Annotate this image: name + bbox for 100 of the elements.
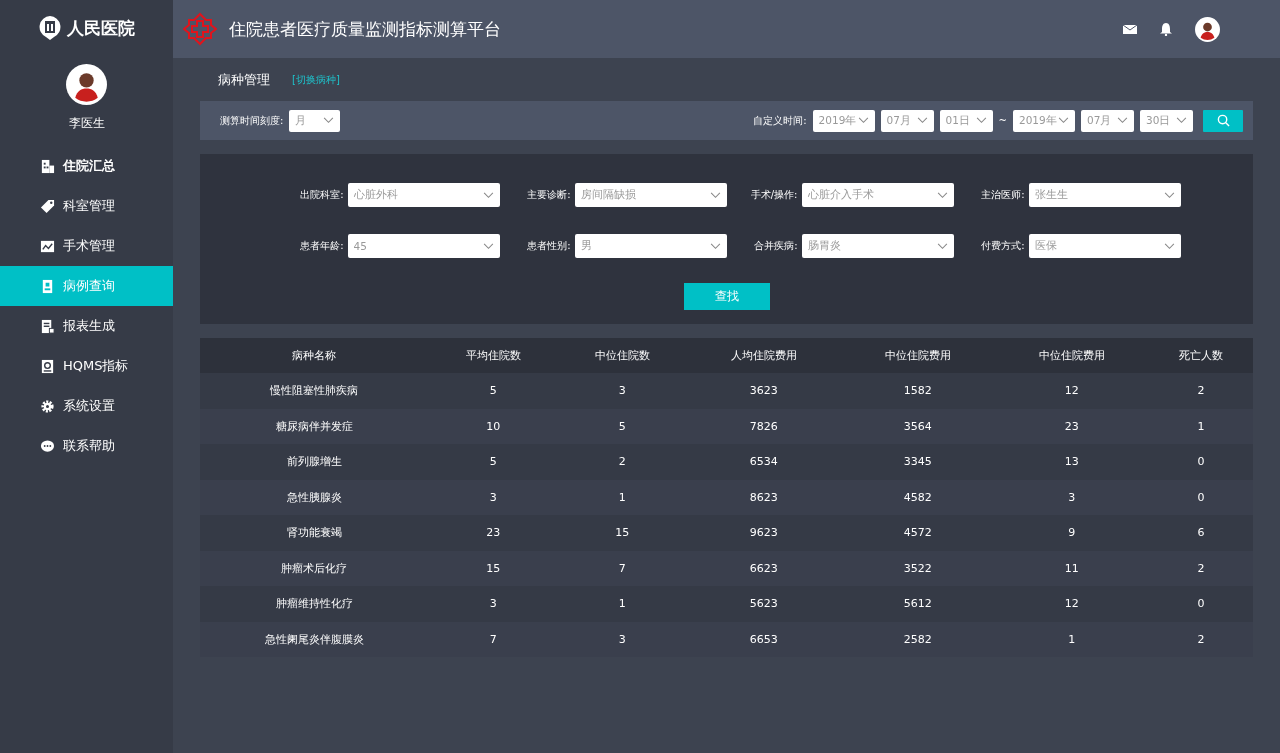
chevron-down-icon (916, 117, 928, 124)
table-cell: 1 (994, 621, 1149, 657)
table-cell: 6534 (686, 444, 841, 480)
sidebar-item[interactable]: 病例查询 (0, 266, 173, 306)
table-cell: 2 (1148, 373, 1253, 409)
hospital-name: 人民医院 (66, 16, 135, 40)
table-cell: 6 (1148, 515, 1253, 551)
chevron-down-icon (1163, 191, 1175, 199)
table-cell: 5 (428, 444, 558, 480)
user-name: 李医生 (68, 115, 105, 132)
table-cell: 2582 (840, 621, 995, 657)
table-cell: 7 (428, 621, 558, 657)
filter-dropdown[interactable]: 张生生 (1028, 183, 1181, 207)
building-icon (40, 158, 55, 174)
date-dropdown[interactable]: 07月 (880, 109, 934, 132)
chevron-down-icon (936, 242, 948, 250)
chevron-down-icon (1176, 117, 1187, 124)
sidebar-item[interactable]: HQMS指标 (0, 346, 173, 386)
id-badge-icon (40, 278, 55, 294)
filter-dropdown[interactable]: 45 (347, 234, 500, 258)
table-cell: 15 (557, 515, 687, 551)
find-button[interactable]: 查找 (683, 283, 770, 310)
table-cell: 5 (557, 408, 687, 444)
filter-dropdown[interactable]: 心脏外科 (347, 183, 500, 207)
filter-label: 患者性别: (527, 239, 571, 253)
table-cell: 0 (1148, 586, 1253, 622)
bell-icon[interactable] (1159, 22, 1173, 36)
filter-dropdown[interactable]: 医保 (1028, 234, 1181, 258)
table-cell: 3 (428, 586, 558, 622)
table-cell: 肿瘤维持性化疗 (200, 586, 429, 622)
table-cell: 9 (994, 515, 1149, 551)
date-dropdown[interactable]: 07月 (1081, 109, 1134, 132)
table-cell: 3 (557, 373, 687, 409)
avatar[interactable] (66, 64, 107, 105)
sidebar-label: 联系帮助 (63, 437, 115, 455)
date-dropdown[interactable]: 2019年 (812, 109, 875, 132)
filter-label: 手术/操作: (750, 188, 798, 202)
sidebar-item[interactable]: 手术管理 (0, 226, 173, 266)
table-cell: 2 (557, 444, 687, 480)
filter-label: 付费方式: (981, 239, 1025, 253)
table-cell: 15 (428, 550, 558, 586)
sidebar-label: 住院汇总 (63, 157, 115, 175)
tag-icon (40, 198, 55, 214)
cross-logo-icon (183, 12, 217, 46)
chevron-down-icon (482, 242, 494, 250)
app-title: 住院患者医疗质量监测指标测算平台 (229, 17, 502, 41)
table-cell: 糖尿病伴并发症 (200, 408, 429, 444)
field-label: 测算时间刻度: (220, 113, 284, 128)
filter-dropdown[interactable]: 肠胃炎 (801, 234, 954, 258)
field-label: 自定义时间: (753, 113, 807, 128)
search-button[interactable] (1203, 109, 1243, 132)
column-header: 人均住院费用 (686, 338, 841, 373)
filter-label: 患者年龄: (300, 239, 344, 253)
switch-link[interactable]: [切换病种] (292, 72, 340, 87)
table-cell: 5 (428, 373, 558, 409)
sidebar-item[interactable]: 住院汇总 (0, 146, 173, 186)
column-header: 死亡人数 (1148, 338, 1253, 373)
table-cell: 3522 (840, 550, 995, 586)
chevron-down-icon (936, 191, 948, 199)
table-cell: 急性胰腺炎 (200, 479, 429, 515)
sidebar-item[interactable]: 联系帮助 (0, 426, 173, 466)
table-cell: 前列腺增生 (200, 444, 429, 480)
date-dropdown[interactable]: 30日 (1140, 109, 1193, 132)
sidebar-item[interactable]: 报表生成 (0, 306, 173, 346)
sidebar-item[interactable]: 系统设置 (0, 386, 173, 426)
chevron-down-icon (857, 117, 869, 124)
range-separator: ~ (998, 115, 1007, 126)
date-dropdown[interactable]: 01日 (939, 109, 993, 132)
chevron-down-icon (975, 117, 987, 124)
table-cell: 8623 (686, 479, 841, 515)
chevron-down-icon (1058, 117, 1069, 124)
column-header: 平均住院数 (428, 338, 558, 373)
table-cell: 5612 (840, 586, 995, 622)
date-dropdown[interactable]: 2019年 (1013, 109, 1075, 132)
table-cell: 3 (994, 479, 1149, 515)
scale-dropdown[interactable]: 月 (289, 109, 341, 132)
filter-dropdown[interactable]: 男 (574, 234, 727, 258)
filter-dropdown[interactable]: 房间隔缺损 (574, 183, 727, 207)
table-cell: 7826 (686, 408, 841, 444)
sidebar-item[interactable]: 科室管理 (0, 186, 173, 226)
sidebar-label: HQMS指标 (63, 357, 129, 375)
avatar[interactable] (1195, 16, 1220, 42)
table-cell: 1582 (840, 373, 995, 409)
table-cell: 6623 (686, 550, 841, 586)
sidebar-label: 报表生成 (63, 317, 115, 335)
filter-dropdown[interactable]: 心脏介入手术 (801, 183, 954, 207)
table-cell: 1 (557, 479, 687, 515)
table-cell: 4582 (840, 479, 995, 515)
table-cell: 3564 (840, 408, 995, 444)
page-title: 病种管理 (218, 70, 270, 89)
table-cell: 慢性阻塞性肺疾病 (200, 373, 429, 409)
hospital-pin-icon (38, 16, 61, 40)
table-cell: 7 (557, 550, 687, 586)
table-cell: 13 (994, 444, 1149, 480)
table-cell: 3623 (686, 373, 841, 409)
chevron-down-icon (323, 117, 335, 124)
table-cell: 4572 (840, 515, 995, 551)
mail-icon[interactable] (1123, 22, 1137, 36)
filter-label: 合并疾病: (754, 239, 798, 253)
table-cell: 5623 (686, 586, 841, 622)
